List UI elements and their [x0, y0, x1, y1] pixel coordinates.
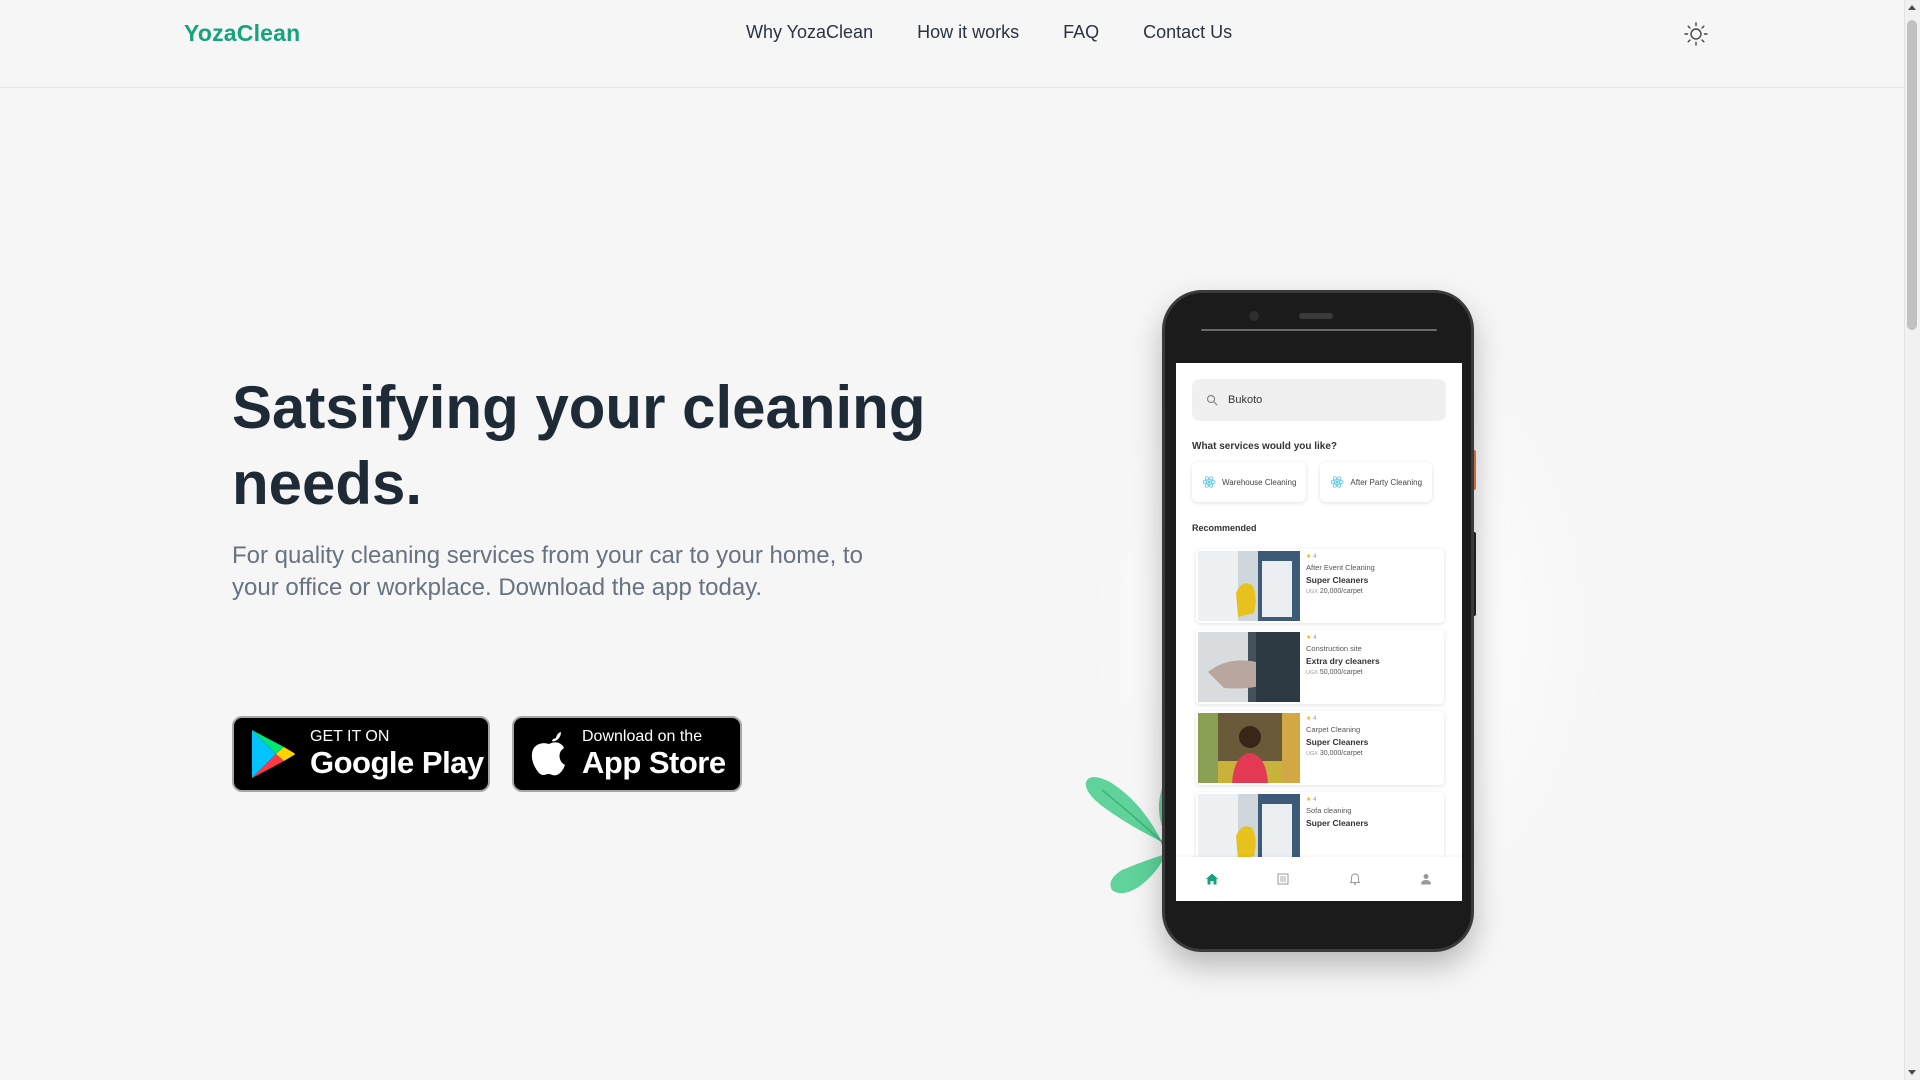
top-navbar: YozaClean Why YozaClean How it works FAQ… [0, 0, 1904, 88]
app-service-chip-label: After Party Cleaning [1350, 477, 1423, 487]
app-listing-card: ★ 4 Construction site Extra dry cleaners… [1196, 630, 1444, 704]
hero-subtitle: For quality cleaning services from your … [232, 542, 863, 601]
google-play-icon [250, 728, 296, 780]
phone-mockup: Bukoto What services would you like? War… [1162, 290, 1474, 952]
phone-speaker [1299, 313, 1333, 319]
logo[interactable]: YozaClean [184, 20, 300, 47]
scrollbar[interactable] [1904, 0, 1920, 1080]
phone-screen: Bukoto What services would you like? War… [1176, 363, 1462, 901]
scroll-down-arrow-icon[interactable] [1908, 1070, 1916, 1075]
scrollbar-thumb[interactable] [1907, 20, 1917, 330]
app-service-chip: Warehouse Cleaning [1192, 462, 1307, 502]
nav-why-yozaclean[interactable]: Why YozaClean [746, 22, 873, 43]
nav-how-it-works[interactable]: How it works [917, 22, 1019, 43]
listing-service: Construction site [1306, 644, 1362, 653]
nav-faq[interactable]: FAQ [1063, 22, 1099, 43]
nav-contact-us[interactable]: Contact Us [1143, 22, 1232, 43]
app-listing-card: ★ 4 Carpet Cleaning Super Cleaners UGX 3… [1196, 711, 1444, 785]
app-services-question: What services would you like? [1192, 441, 1338, 452]
hero-title: Satsifying your cleaning needs. [232, 374, 926, 517]
app-recommended-list: ★ 4 After Event Cleaning Super Cleaners … [1196, 549, 1444, 873]
listing-rating: ★ 4 [1306, 554, 1317, 560]
app-service-chip: After Party Cleaning [1320, 462, 1433, 502]
google-play-big-text: Google Play [310, 745, 484, 780]
app-search-bar: Bukoto [1192, 379, 1446, 421]
listing-price: UGX 50,000/carpet [1306, 669, 1363, 676]
app-store-big-text: App Store [582, 745, 726, 780]
listing-photo [1198, 551, 1300, 621]
app-store-small-text: Download on the [582, 728, 703, 745]
app-search-value: Bukoto [1228, 394, 1263, 406]
app-recommended-label: Recommended [1192, 523, 1257, 533]
app-store-button[interactable]: Download on the App Store [512, 716, 742, 792]
main-nav: Why YozaClean How it works FAQ Contact U… [746, 22, 1232, 43]
sun-icon[interactable] [1682, 20, 1710, 48]
listing-provider: Super Cleaners [1306, 575, 1369, 585]
listing-price: UGX 30,000/carpet [1306, 750, 1363, 757]
google-play-button[interactable]: GET IT ON Google Play [232, 716, 490, 792]
phone-top-line [1201, 329, 1437, 331]
app-service-chip-label: Warehouse Cleaning [1222, 477, 1297, 487]
listing-provider: Super Cleaners [1306, 737, 1369, 747]
app-listing-card: ★ 4 Sofa cleaning Super Cleaners [1196, 792, 1444, 866]
listing-service: After Event Cleaning [1306, 563, 1375, 572]
listing-rating: ★ 4 [1306, 797, 1317, 803]
listing-photo [1198, 632, 1300, 702]
atom-icon [1202, 476, 1216, 488]
search-icon [1206, 394, 1218, 406]
app-listing-card: ★ 4 After Event Cleaning Super Cleaners … [1196, 549, 1444, 623]
listing-photo [1198, 713, 1300, 783]
listing-price: UGX 20,000/carpet [1306, 588, 1363, 595]
listing-photo [1198, 794, 1300, 864]
user-icon [1421, 874, 1432, 885]
listing-rating: ★ 4 [1306, 635, 1317, 641]
app-service-chips: Warehouse Cleaning After Party Cleaning [1192, 462, 1433, 502]
bell-icon [1349, 873, 1361, 885]
google-play-small-text: GET IT ON [310, 728, 390, 745]
listing-provider: Extra dry cleaners [1306, 656, 1380, 666]
atom-icon [1331, 476, 1344, 488]
apple-icon [530, 732, 568, 776]
phone-camera [1249, 311, 1259, 321]
listing-service: Carpet Cleaning [1306, 725, 1361, 734]
home-icon [1205, 873, 1218, 885]
listing-service: Sofa cleaning [1306, 806, 1352, 815]
list-icon [1277, 873, 1289, 885]
listing-rating: ★ 4 [1306, 716, 1317, 722]
listing-provider: Super Cleaners [1306, 818, 1369, 828]
scroll-up-arrow-icon[interactable] [1908, 5, 1916, 10]
app-tab-bar [1176, 857, 1462, 901]
